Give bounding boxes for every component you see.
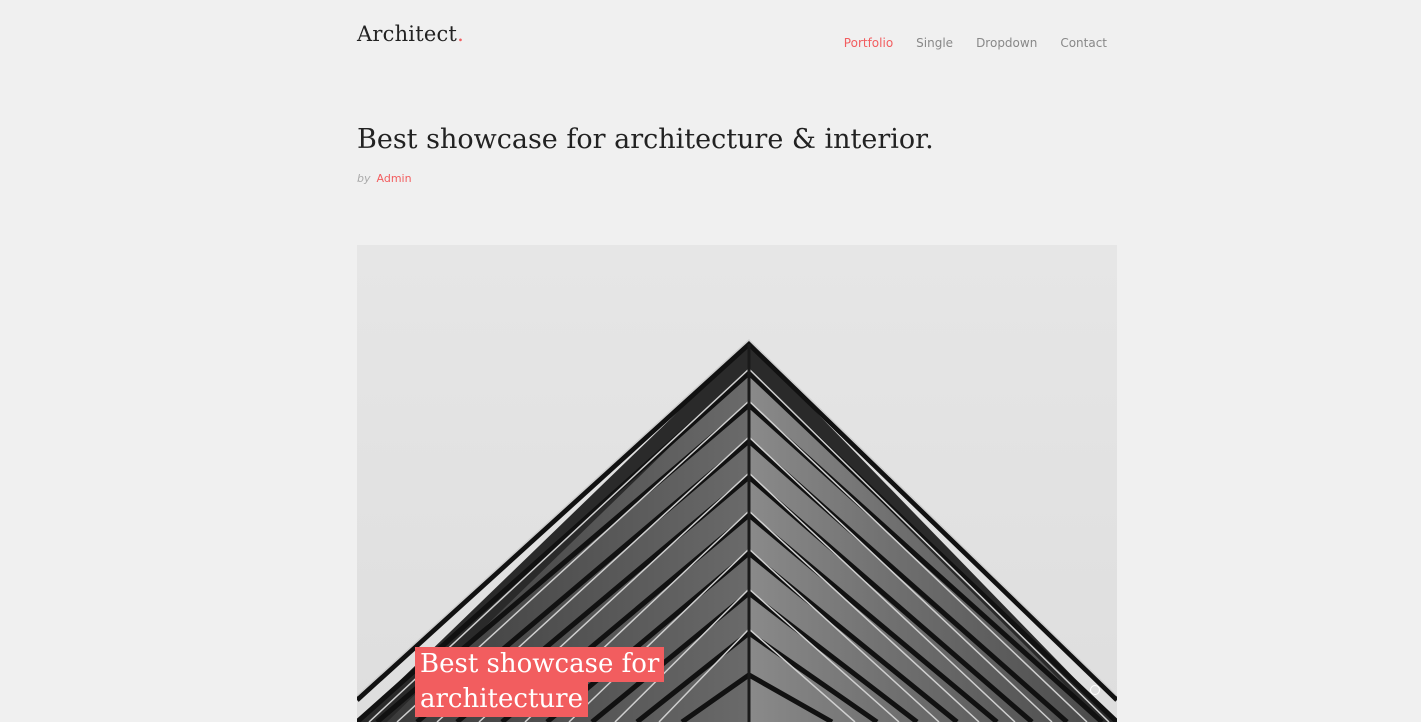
logo-dot: . (457, 22, 464, 46)
nav-item-contact[interactable]: Contact (1060, 36, 1107, 50)
author-link[interactable]: Admin (377, 172, 412, 185)
slide-caption: Best showcase for architecture (415, 647, 665, 717)
post-byline: by Admin (357, 172, 412, 185)
page-container: Architect. Portfolio Single Dropdown Con… (357, 0, 1117, 722)
site-logo[interactable]: Architect. (357, 22, 464, 46)
main-nav: Portfolio Single Dropdown Contact (844, 36, 1107, 50)
nav-item-portfolio[interactable]: Portfolio (844, 36, 893, 50)
nav-item-dropdown[interactable]: Dropdown (976, 36, 1037, 50)
hero-slider: Best showcase for architecture (357, 245, 1117, 722)
byline-prefix: by (357, 172, 371, 185)
logo-text: Architect (357, 22, 458, 46)
nav-item-single[interactable]: Single (916, 36, 953, 50)
caption-line-1: Best showcase for (415, 647, 665, 682)
slider-dot[interactable] (1090, 685, 1100, 695)
post-title: Best showcase for architecture & interio… (357, 124, 934, 155)
caption-line-2: architecture (415, 682, 588, 717)
